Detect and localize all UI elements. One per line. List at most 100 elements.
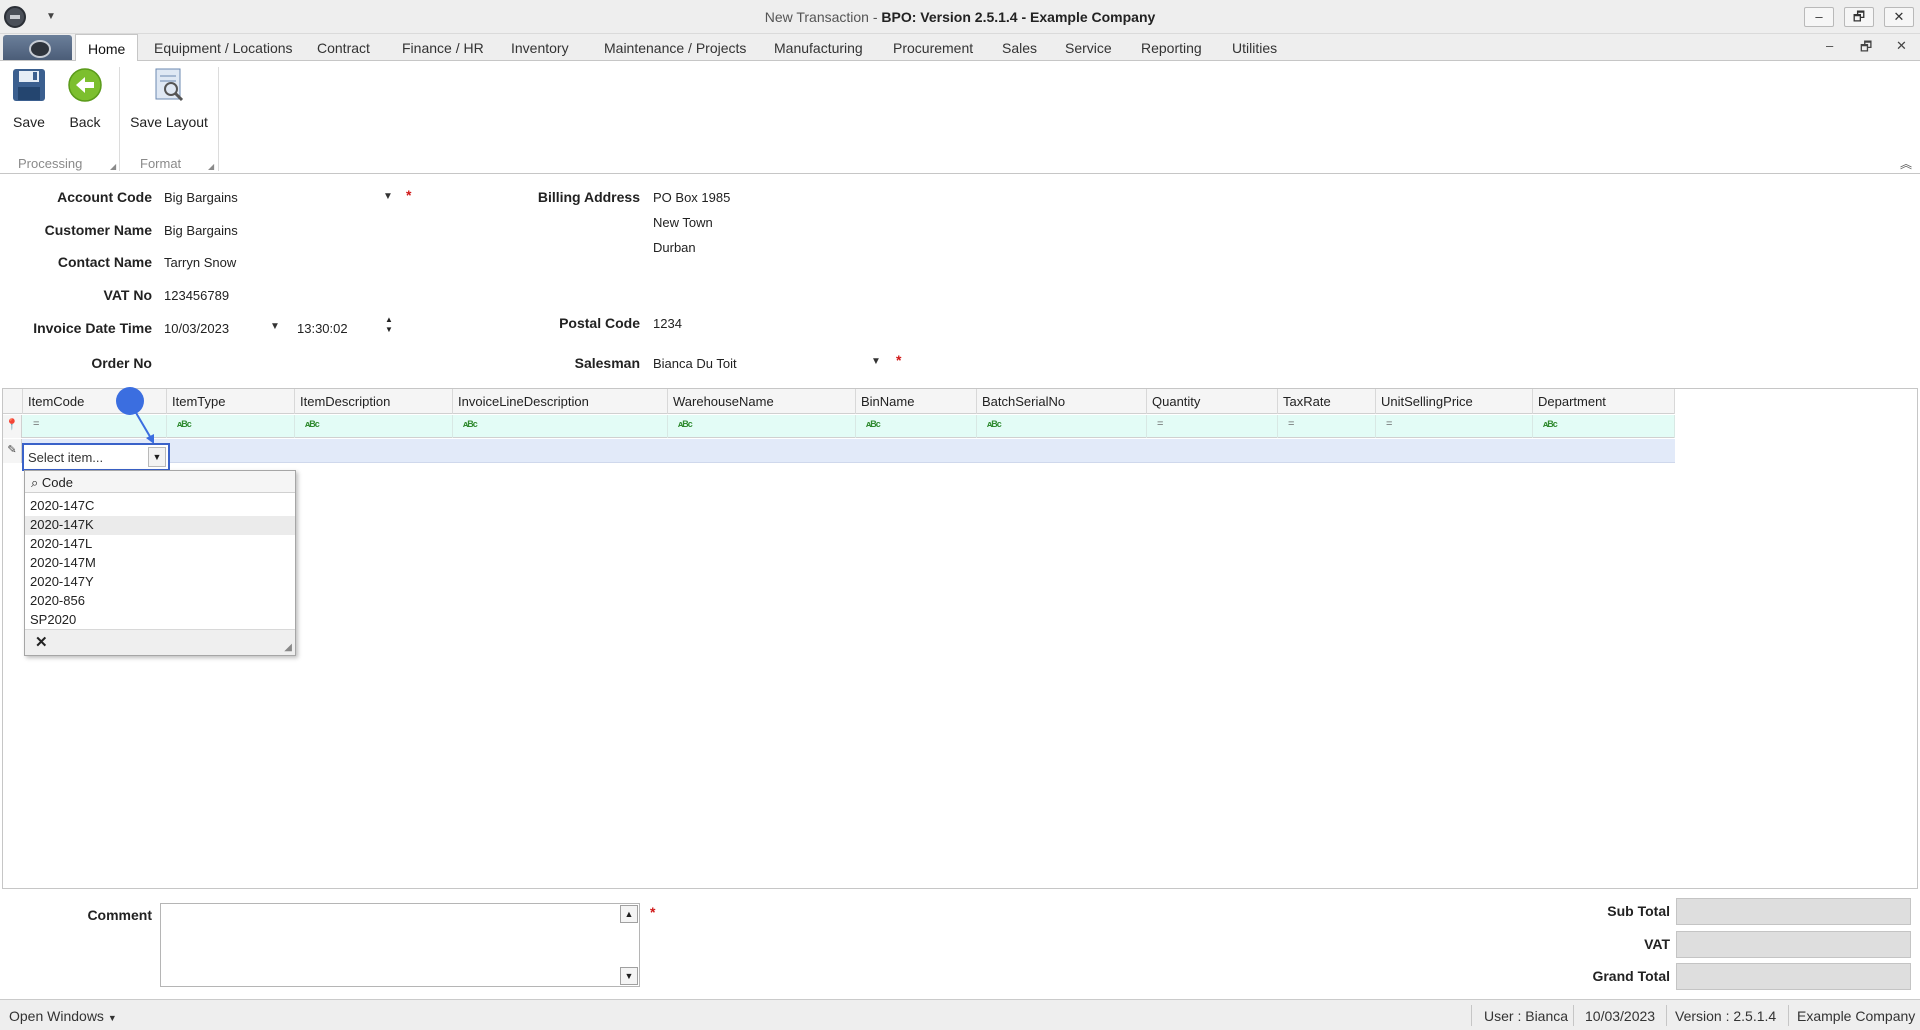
filter-cell-taxrate[interactable]: = [1278,415,1376,438]
tab-finance-hr[interactable]: Finance / HR [402,40,484,56]
binoculars-icon: ⌕ [31,475,39,490]
processing-dialog-launcher-icon[interactable]: ◢ [110,162,116,171]
text-filter-icon: ᴀBc [463,419,478,429]
back-button[interactable]: Back [66,67,104,130]
list-item[interactable]: 2020-147L [30,535,292,554]
mdi-restore-button[interactable]: 🗗 [1860,38,1872,60]
filter-cell-invoicelinedescription[interactable]: ᴀBc [453,415,668,438]
close-button[interactable]: ✕ [1884,7,1914,27]
menu-bar: Home Equipment / Locations Contract Fina… [0,34,1920,62]
filter-cell-batchserialno[interactable]: ᴀBc [977,415,1147,438]
invoice-date-time-label: Invoice Date Time [33,320,152,336]
vat-no-label: VAT No [103,287,152,303]
postal-code-label: Postal Code [559,315,640,331]
list-item[interactable]: 2020-147K [25,516,295,535]
list-item[interactable]: 2020-147M [30,554,292,573]
text-filter-icon: ᴀBc [1543,419,1558,429]
new-item-row[interactable]: ✎ [3,439,1675,463]
edit-pencil-icon: ✎ [3,439,22,463]
status-separator [1471,1005,1472,1026]
tab-sales[interactable]: Sales [1002,40,1037,56]
tab-home[interactable]: Home [75,34,139,62]
customer-name-label: Customer Name [44,222,152,238]
save-layout-button[interactable]: Save Layout [128,67,210,130]
scroll-down-icon[interactable]: ▼ [620,967,638,985]
mdi-minimize-button[interactable]: – [1826,38,1833,53]
combo-dropdown-icon[interactable]: ▼ [148,447,166,467]
required-marker: * [406,187,412,203]
open-windows-menu[interactable]: Open Windows ▼ [9,1008,117,1024]
billing-address-label: Billing Address [537,189,640,205]
tab-maintenance-projects[interactable]: Maintenance / Projects [604,40,746,56]
invoice-date-input[interactable]: 10/03/2023 [164,321,229,336]
ribbon-collapse-icon[interactable]: ︽ [1900,155,1912,172]
list-item[interactable]: 2020-856 [30,592,292,611]
account-code-dropdown-icon[interactable]: ▼ [380,188,396,206]
tab-contract[interactable]: Contract [317,40,370,56]
dropdown-header-label: Code [41,475,73,490]
salesman-label: Salesman [574,355,640,371]
group-processing-label: Processing [18,156,83,171]
filter-cell-department[interactable]: ᴀBc [1533,415,1675,438]
window-title-main: BPO: Version 2.5.1.4 - Example Company [881,9,1156,25]
restore-button[interactable]: 🗗 [1844,7,1874,27]
filter-row-pin-icon: 📍 [3,415,22,438]
comment-textarea[interactable]: ▲ ▼ [160,903,640,987]
time-spin-icon[interactable]: ▲ ▼ [385,315,393,335]
back-label: Back [69,114,101,130]
status-bar: Open Windows ▼ User : Bianca 10/03/2023 … [0,999,1920,1030]
itemcode-dropdown-list: ⌕ Code 2020-147C 2020-147K 2020-147L 202… [24,470,296,656]
tab-service[interactable]: Service [1065,40,1112,56]
resize-grip-icon[interactable]: ◢ [284,642,292,653]
application-menu-button[interactable] [3,35,72,60]
list-item[interactable]: 2020-147Y [30,573,292,592]
status-separator [1666,1005,1667,1026]
itemcode-combo-input[interactable]: Select item... ▼ [22,443,170,471]
col-unitsellingprice[interactable]: UnitSellingPrice [1376,389,1533,414]
status-separator [1788,1005,1789,1026]
tab-manufacturing[interactable]: Manufacturing [774,40,863,56]
salesman-value[interactable]: Bianca Du Toit [653,356,737,371]
scroll-up-icon[interactable]: ▲ [620,905,638,923]
save-button[interactable]: Save [10,67,48,130]
tab-utilities[interactable]: Utilities [1232,40,1277,56]
filter-cell-itemtype[interactable]: ᴀBc [167,415,295,438]
list-item[interactable]: SP2020 [30,611,292,630]
status-date: 10/03/2023 [1585,1008,1656,1024]
col-quantity[interactable]: Quantity [1147,389,1278,414]
list-item[interactable]: 2020-147C [30,497,292,516]
format-dialog-launcher-icon[interactable]: ◢ [208,162,214,171]
salesman-dropdown-icon[interactable]: ▼ [868,353,884,371]
minimize-button[interactable]: – [1804,7,1834,27]
filter-cell-itemdescription[interactable]: ᴀBc [295,415,453,438]
tab-procurement[interactable]: Procurement [893,40,973,56]
vat-label: VAT [1644,936,1670,952]
grand-total-field [1676,963,1911,990]
col-binname[interactable]: BinName [856,389,977,414]
filter-cell-unitsellingprice[interactable]: = [1376,415,1533,438]
col-warehousename[interactable]: WarehouseName [668,389,856,414]
group-format-label: Format [140,156,182,171]
filter-cell-quantity[interactable]: = [1147,415,1278,438]
status-version: Version : 2.5.1.4 [1675,1008,1777,1024]
col-itemdescription[interactable]: ItemDescription [295,389,453,414]
back-arrow-icon [68,68,102,102]
mdi-close-button[interactable]: ✕ [1896,38,1907,54]
status-user: User : Bianca [1484,1008,1569,1024]
filter-cell-binname[interactable]: ᴀBc [856,415,977,438]
col-department[interactable]: Department [1533,389,1675,414]
account-code-value[interactable]: Big Bargains [164,190,238,205]
filter-cell-warehousename[interactable]: ᴀBc [668,415,856,438]
tab-inventory[interactable]: Inventory [511,40,569,56]
col-batchserialno[interactable]: BatchSerialNo [977,389,1147,414]
tab-equipment-locations[interactable]: Equipment / Locations [154,40,293,56]
dropdown-column-header[interactable]: ⌕ Code [25,471,295,493]
col-taxrate[interactable]: TaxRate [1278,389,1376,414]
invoice-time-input[interactable]: 13:30:02 [297,321,348,336]
col-itemtype[interactable]: ItemType [167,389,295,414]
clear-selection-icon[interactable]: ✕ [35,633,48,651]
date-dropdown-icon[interactable]: ▼ [267,318,283,336]
contact-name-value: Tarryn Snow [164,255,237,270]
tab-reporting[interactable]: Reporting [1141,40,1202,56]
col-invoicelinedescription[interactable]: InvoiceLineDescription [453,389,668,414]
